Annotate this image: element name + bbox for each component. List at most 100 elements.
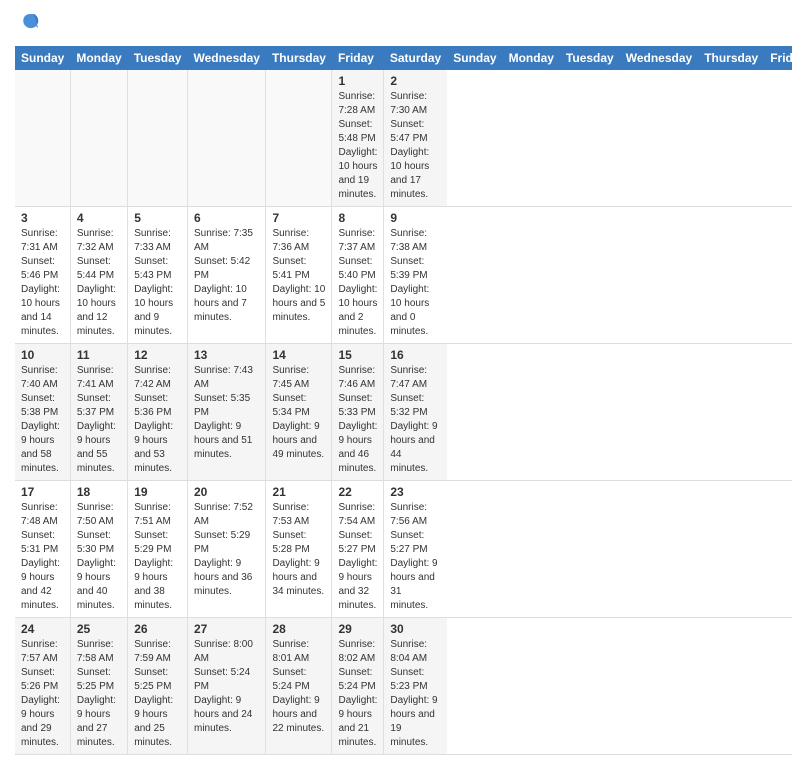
day-number: 21 [272,485,325,499]
calendar-day: 17Sunrise: 7:48 AMSunset: 5:31 PMDayligh… [15,481,70,618]
sunset-text: Sunset: 5:24 PM [272,666,325,694]
day-header-friday: Friday [332,46,384,70]
sunrise-text: Sunrise: 7:38 AM [390,227,441,255]
daylight-text: Daylight: 9 hours and 36 minutes. [194,557,259,599]
day-info: Sunrise: 7:53 AMSunset: 5:28 PMDaylight:… [272,501,325,599]
day-info: Sunrise: 7:32 AMSunset: 5:44 PMDaylight:… [77,227,121,339]
calendar-day: 7Sunrise: 7:36 AMSunset: 5:41 PMDaylight… [266,207,332,344]
calendar-week-3: 10 Sunrise: 7:40 AMSunset: 5:38 PM Dayligh… [15,344,792,481]
sunrise-text: Sunrise: 7:33 AM [134,227,181,255]
day-header-thursday: Thursday [266,46,332,70]
day-info: Sunrise: 7:33 AMSunset: 5:43 PMDaylight:… [134,227,181,339]
day-info: Sunrise: 7:42 AMSunset: 5:36 PMDaylight:… [134,364,181,476]
sunset-text: Sunset: 5:23 PM [390,666,441,694]
calendar-day: 21 Sunrise: 7:53 AMSunset: 5:28 PMDayligh… [266,481,332,618]
sunset-text: Sunset: 5:24 PM [194,666,259,694]
sunrise-text: Sunrise: 7:46 AM [338,364,377,392]
day-info: Sunrise: 7:59 AMSunset: 5:25 PMDaylight:… [134,638,181,750]
day-header-monday: Monday [70,46,127,70]
sunrise-text: Sunrise: 7:36 AM [272,227,325,255]
daylight-text: Daylight: 9 hours and 32 minutes. [338,557,377,613]
sunrise-text: Sunrise: 7:37 AM [338,227,377,255]
daylight-text: Daylight: 9 hours and 25 minutes. [134,694,181,750]
sunset-text: Sunset: 5:48 PM [338,118,377,146]
calendar-day [128,70,188,207]
page-container: SundayMondayTuesdayWednesdayThursdayFrid… [0,0,792,765]
day-info: Sunrise: 7:43 AMSunset: 5:35 PMDaylight:… [194,364,259,462]
sunrise-text: Sunrise: 7:35 AM [194,227,259,255]
day-info: Sunrise: 7:35 AMSunset: 5:42 PMDaylight:… [194,227,259,325]
day-info: Sunrise: 7:45 AMSunset: 5:34 PMDaylight:… [272,364,325,462]
day-number: 27 [194,622,259,636]
day-info: Sunrise: 8:01 AMSunset: 5:24 PMDaylight:… [272,638,325,736]
day-number: 10 [21,348,64,362]
day-info: Sunrise: 7:41 AMSunset: 5:37 PMDaylight:… [77,364,121,476]
calendar-day: 30 Sunrise: 8:04 AMSunset: 5:23 PMDayligh… [384,618,447,755]
calendar-day: 10Sunrise: 7:40 AMSunset: 5:38 PMDayligh… [15,344,70,481]
daylight-text: Daylight: 10 hours and 2 minutes. [338,283,377,339]
day-info: Sunrise: 7:46 AMSunset: 5:33 PMDaylight:… [338,364,377,476]
calendar-day: 26Sunrise: 7:59 AMSunset: 5:25 PMDayligh… [128,618,188,755]
sunset-text: Sunset: 5:24 PM [338,666,377,694]
daylight-text: Daylight: 9 hours and 51 minutes. [194,420,259,462]
day-info: Sunrise: 7:51 AMSunset: 5:29 PMDaylight:… [134,501,181,613]
calendar-day: 24Sunrise: 7:57 AMSunset: 5:26 PMDayligh… [15,618,70,755]
day-number: 5 [134,211,181,225]
daylight-text: Daylight: 9 hours and 27 minutes. [77,694,121,750]
calendar-day [70,70,127,207]
day-number: 11 [77,348,121,362]
calendar-day: 3Sunrise: 7:31 AMSunset: 5:46 PMDaylight… [15,207,70,344]
sunset-text: Sunset: 5:43 PM [134,255,181,283]
sunrise-text: Sunrise: 7:45 AM [272,364,325,392]
sunrise-text: Sunrise: 7:57 AM [21,638,64,666]
day-number: 9 [390,211,441,225]
daylight-text: Daylight: 9 hours and 53 minutes. [134,420,181,476]
calendar-day [266,70,332,207]
sunrise-text: Sunrise: 7:52 AM [194,501,259,529]
calendar-day: 6Sunrise: 7:35 AMSunset: 5:42 PMDaylight… [187,207,265,344]
sunrise-text: Sunrise: 7:28 AM [338,90,377,118]
sunset-text: Sunset: 5:33 PM [338,392,377,420]
sunset-text: Sunset: 5:40 PM [338,255,377,283]
daylight-text: Daylight: 10 hours and 9 minutes. [134,283,181,339]
calendar-day: 16Sunrise: 7:47 AMSunset: 5:32 PMDayligh… [384,344,447,481]
sunset-text: Sunset: 5:47 PM [390,118,441,146]
sunset-text: Sunset: 5:46 PM [21,255,64,283]
sunset-text: Sunset: 5:26 PM [21,666,64,694]
calendar-day [187,70,265,207]
day-number: 15 [338,348,377,362]
day-info: Sunrise: 7:58 AMSunset: 5:25 PMDaylight:… [77,638,121,750]
sunrise-text: Sunrise: 8:02 AM [338,638,377,666]
sunset-text: Sunset: 5:25 PM [134,666,181,694]
sunrise-text: Sunrise: 7:56 AM [390,501,441,529]
day-header-saturday: Saturday [384,46,447,70]
sunrise-text: Sunrise: 8:00 AM [194,638,259,666]
page-header [15,10,777,38]
logo-icon [16,10,44,38]
sunrise-text: Sunrise: 7:42 AM [134,364,181,392]
sunset-text: Sunset: 5:31 PM [21,529,64,557]
day-number: 20 [194,485,259,499]
day-header-wednesday: Wednesday [187,46,265,70]
sunset-text: Sunset: 5:34 PM [272,392,325,420]
day-header-sunday: Sunday [447,46,502,70]
calendar-day: 13Sunrise: 7:43 AMSunset: 5:35 PMDayligh… [187,344,265,481]
daylight-text: Daylight: 9 hours and 34 minutes. [272,557,325,599]
sunrise-text: Sunrise: 7:43 AM [194,364,259,392]
day-info: Sunrise: 7:28 AMSunset: 5:48 PMDaylight:… [338,90,377,202]
calendar-week-4: 17Sunrise: 7:48 AMSunset: 5:31 PMDayligh… [15,481,792,618]
sunset-text: Sunset: 5:38 PM [21,392,64,420]
sunrise-text: Sunrise: 8:01 AM [272,638,325,666]
day-header-wednesday: Wednesday [620,46,698,70]
sunset-text: Sunset: 5:39 PM [390,255,441,283]
day-info: Sunrise: 7:50 AMSunset: 5:30 PMDaylight:… [77,501,121,613]
calendar-week-2: 3Sunrise: 7:31 AMSunset: 5:46 PMDaylight… [15,207,792,344]
day-header-monday: Monday [503,46,560,70]
day-number: 30 [390,622,441,636]
day-number: 19 [134,485,181,499]
day-info: Sunrise: 8:04 AMSunset: 5:23 PMDaylight:… [390,638,441,750]
calendar-day: 22Sunrise: 7:54 AMSunset: 5:27 PMDayligh… [332,481,384,618]
daylight-text: Daylight: 9 hours and 40 minutes. [77,557,121,613]
day-info: Sunrise: 7:52 AMSunset: 5:29 PMDaylight:… [194,501,259,599]
sunrise-text: Sunrise: 7:40 AM [21,364,64,392]
